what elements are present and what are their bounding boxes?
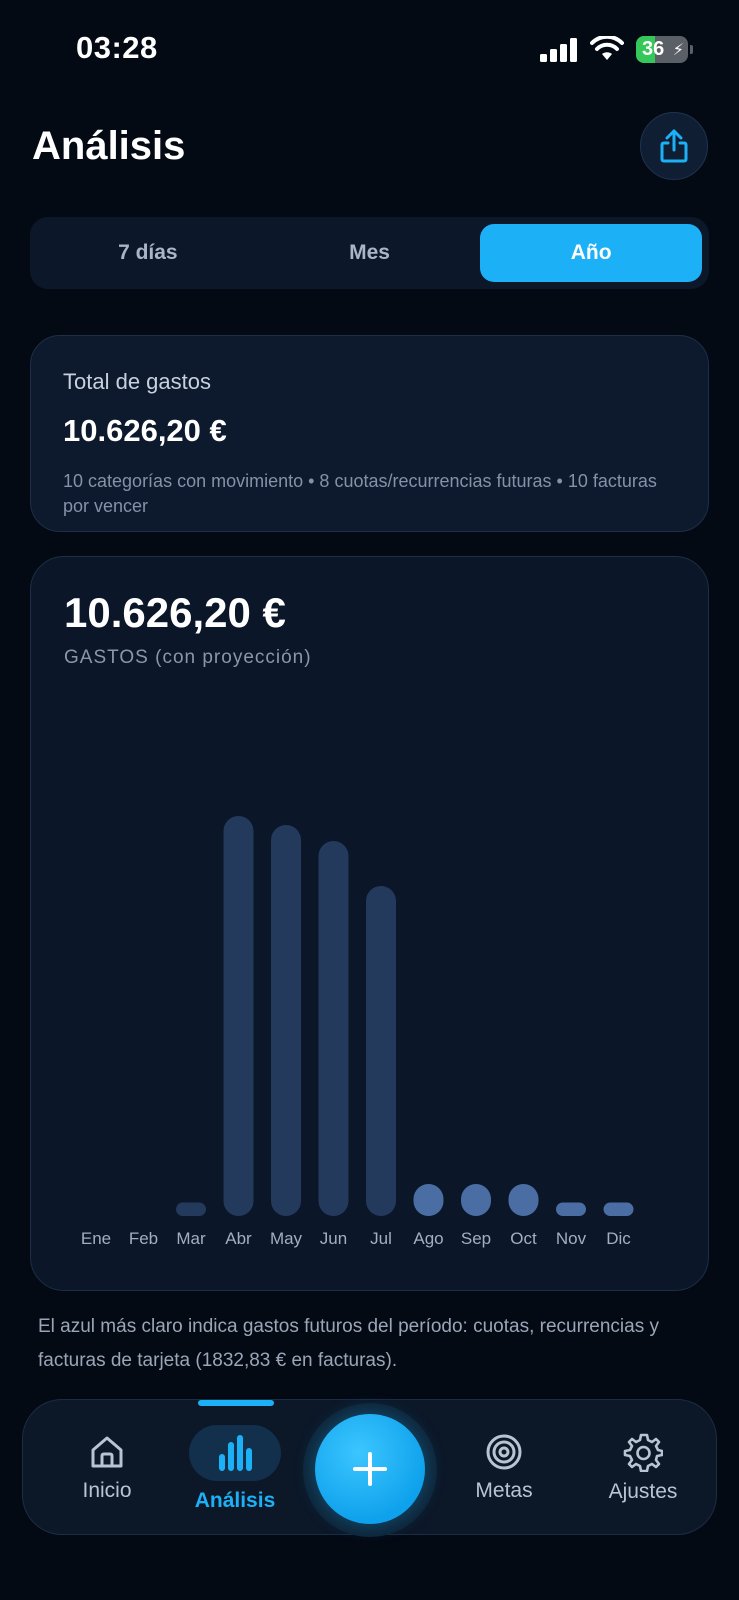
x-tick-label: Oct (510, 1229, 537, 1248)
page-title: Análisis (32, 124, 186, 168)
monthly-expenses-chart: Ene Feb Mar Abr May Jun Jul Ago Sep Oct Nov Dic (81, 816, 634, 1248)
plus-icon (353, 1452, 387, 1486)
share-button[interactable] (640, 112, 708, 180)
x-tick-label: Jul (370, 1229, 392, 1248)
wifi-icon (590, 36, 624, 60)
x-tick-label: Sep (461, 1229, 491, 1248)
signal-icon (540, 38, 577, 62)
nav-label-analisis: Análisis (194, 1489, 276, 1512)
summary-detail: 10 categorías con movimiento • 8 cuotas/… (63, 471, 657, 516)
nav-item-ajustes[interactable]: Ajustes (583, 1400, 703, 1536)
x-tick-label: Jun (320, 1229, 347, 1248)
nav-item-metas[interactable]: Metas (454, 1400, 554, 1536)
period-selector: 7 días Mes Año (30, 217, 709, 289)
x-tick-label: Abr (225, 1229, 252, 1248)
nav-item-analisis[interactable]: Análisis (175, 1400, 295, 1536)
x-tick-label: Nov (556, 1229, 587, 1248)
summary-card: Total de gastos 10.626,20 € 10 categoría… (30, 335, 709, 532)
chart-card: 10.626,20 € GASTOS (con proyección) Ene F… (30, 556, 709, 1291)
bar-jun (318, 841, 349, 1216)
summary-label: Total de gastos (63, 369, 211, 394)
battery-nub (690, 45, 693, 54)
bar-oct (508, 1184, 539, 1216)
segment-7-days[interactable]: 7 días (37, 224, 259, 282)
bar-abr (223, 816, 254, 1216)
bar-nov (556, 1202, 586, 1216)
nav-item-inicio[interactable]: Inicio (57, 1400, 157, 1536)
bar-jul (366, 886, 396, 1216)
chart-footnote: El azul más claro indica gastos futuros … (38, 1316, 659, 1371)
gear-icon (623, 1433, 663, 1472)
x-tick-label: Feb (129, 1229, 158, 1248)
target-icon (486, 1434, 522, 1470)
x-tick-label: Dic (606, 1229, 631, 1248)
bar-ago (413, 1184, 444, 1216)
add-button[interactable] (315, 1414, 425, 1524)
nav-label-ajustes: Ajustes (608, 1480, 678, 1503)
charging-bolt-icon: ⚡ (672, 42, 684, 59)
share-icon (660, 129, 688, 163)
bar-may (271, 825, 301, 1216)
battery-icon: 36 ⚡ (636, 36, 688, 63)
x-tick-label: May (270, 1229, 303, 1248)
active-tab-indicator (198, 1400, 274, 1406)
active-pill (189, 1425, 281, 1481)
segment-month[interactable]: Mes (259, 224, 481, 282)
x-tick-label: Mar (176, 1229, 206, 1248)
home-icon (91, 1436, 123, 1468)
bar-dic (603, 1202, 634, 1216)
bar-mar (176, 1202, 206, 1216)
status-bar: 03:28 36 ⚡ (0, 0, 739, 100)
nav-label-metas: Metas (475, 1479, 533, 1502)
x-tick-label: Ago (413, 1229, 443, 1248)
status-time: 03:28 (76, 30, 158, 65)
summary-amount: 10.626,20 € (63, 413, 227, 448)
nav-label-inicio: Inicio (82, 1479, 132, 1502)
segment-year[interactable]: Año (480, 224, 703, 282)
bar-sep (461, 1184, 491, 1216)
x-tick-label: Ene (81, 1229, 111, 1248)
bar-chart-icon (219, 1435, 252, 1471)
